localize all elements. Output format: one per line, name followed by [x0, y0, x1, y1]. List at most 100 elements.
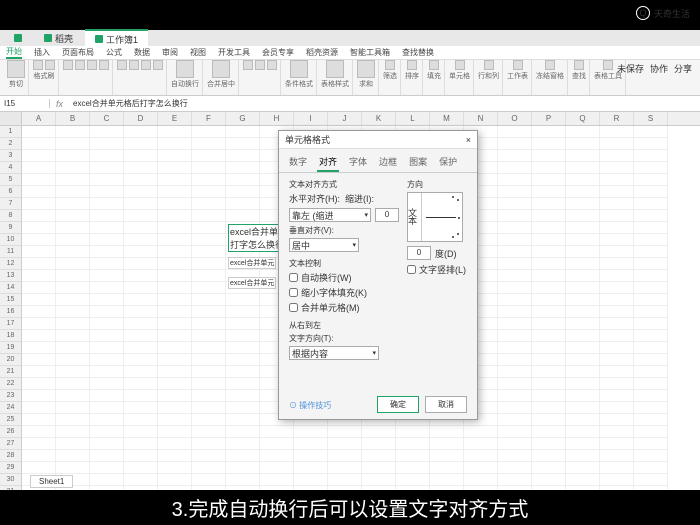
- cell[interactable]: [22, 378, 56, 390]
- cell[interactable]: [22, 318, 56, 330]
- cell[interactable]: [600, 402, 634, 414]
- cell[interactable]: [124, 222, 158, 234]
- menu-find[interactable]: 查找替换: [402, 47, 434, 58]
- cancel-button[interactable]: 取消: [425, 396, 467, 413]
- currency-icon[interactable]: [243, 60, 253, 70]
- cell[interactable]: [56, 294, 90, 306]
- cell[interactable]: [192, 318, 226, 330]
- cell[interactable]: [158, 234, 192, 246]
- cell[interactable]: [90, 186, 124, 198]
- cell[interactable]: [22, 246, 56, 258]
- cell[interactable]: [158, 462, 192, 474]
- cell[interactable]: [22, 258, 56, 270]
- cell[interactable]: [56, 150, 90, 162]
- cell[interactable]: [90, 366, 124, 378]
- cell[interactable]: [22, 282, 56, 294]
- cell[interactable]: [124, 174, 158, 186]
- cell[interactable]: [532, 222, 566, 234]
- cell[interactable]: [634, 438, 668, 450]
- cell[interactable]: [498, 414, 532, 426]
- cell[interactable]: [56, 186, 90, 198]
- col-header[interactable]: P: [532, 112, 566, 125]
- cell[interactable]: [124, 210, 158, 222]
- textdir-select[interactable]: 根据内容: [289, 346, 379, 360]
- cell[interactable]: [600, 450, 634, 462]
- menu-formula[interactable]: 公式: [106, 47, 122, 58]
- cell[interactable]: [498, 318, 532, 330]
- cell[interactable]: [192, 330, 226, 342]
- brush-icon[interactable]: [33, 60, 43, 70]
- cell[interactable]: [430, 474, 464, 486]
- cell[interactable]: [226, 450, 260, 462]
- cell[interactable]: [192, 222, 226, 234]
- row-header[interactable]: 18: [0, 330, 22, 342]
- cell[interactable]: [22, 210, 56, 222]
- cell[interactable]: [90, 378, 124, 390]
- share-button[interactable]: 分享: [674, 62, 692, 75]
- sum-icon[interactable]: [357, 60, 375, 78]
- cell[interactable]: [362, 450, 396, 462]
- cell[interactable]: [634, 222, 668, 234]
- row-header[interactable]: 14: [0, 282, 22, 294]
- col-header[interactable]: N: [464, 112, 498, 125]
- cell[interactable]: [566, 198, 600, 210]
- cell[interactable]: [90, 438, 124, 450]
- col-header[interactable]: R: [600, 112, 634, 125]
- align-right-icon[interactable]: [141, 60, 151, 70]
- tab-align[interactable]: 对齐: [317, 153, 339, 172]
- row-header[interactable]: 2: [0, 138, 22, 150]
- col-header[interactable]: D: [124, 112, 158, 125]
- cell[interactable]: [396, 438, 430, 450]
- cell[interactable]: [498, 474, 532, 486]
- cell[interactable]: [158, 474, 192, 486]
- cell[interactable]: [498, 282, 532, 294]
- cell[interactable]: [498, 306, 532, 318]
- cell[interactable]: [22, 306, 56, 318]
- cell[interactable]: [124, 318, 158, 330]
- cell[interactable]: [192, 342, 226, 354]
- cell[interactable]: [600, 222, 634, 234]
- cell[interactable]: [260, 426, 294, 438]
- row-header[interactable]: 19: [0, 342, 22, 354]
- cell[interactable]: [90, 474, 124, 486]
- cell[interactable]: [56, 402, 90, 414]
- cell[interactable]: [396, 426, 430, 438]
- cell[interactable]: [566, 138, 600, 150]
- cell[interactable]: [226, 402, 260, 414]
- cell[interactable]: [600, 234, 634, 246]
- row-header[interactable]: 10: [0, 234, 22, 246]
- cell[interactable]: [124, 198, 158, 210]
- tools-icon[interactable]: [603, 60, 613, 70]
- col-header[interactable]: O: [498, 112, 532, 125]
- cell[interactable]: [56, 126, 90, 138]
- cell[interactable]: [56, 318, 90, 330]
- cell[interactable]: [294, 438, 328, 450]
- cell[interactable]: [566, 222, 600, 234]
- cell[interactable]: [192, 150, 226, 162]
- cell[interactable]: [396, 474, 430, 486]
- cell[interactable]: [22, 438, 56, 450]
- cell[interactable]: [566, 186, 600, 198]
- row-header[interactable]: 27: [0, 438, 22, 450]
- cell[interactable]: [22, 162, 56, 174]
- cell[interactable]: [90, 222, 124, 234]
- cell[interactable]: [634, 282, 668, 294]
- cell[interactable]: [158, 294, 192, 306]
- cell[interactable]: [634, 198, 668, 210]
- cell[interactable]: [532, 378, 566, 390]
- cell[interactable]: [192, 426, 226, 438]
- cell[interactable]: [22, 174, 56, 186]
- cell[interactable]: [532, 366, 566, 378]
- row-header[interactable]: 21: [0, 366, 22, 378]
- cell[interactable]: [90, 462, 124, 474]
- cell[interactable]: [600, 462, 634, 474]
- cell[interactable]: [634, 474, 668, 486]
- bold-icon[interactable]: [63, 60, 73, 70]
- cell[interactable]: [124, 462, 158, 474]
- cell[interactable]: [226, 150, 260, 162]
- cell[interactable]: [566, 150, 600, 162]
- cell[interactable]: [22, 342, 56, 354]
- cell[interactable]: [124, 162, 158, 174]
- cell[interactable]: [124, 426, 158, 438]
- cell[interactable]: [22, 330, 56, 342]
